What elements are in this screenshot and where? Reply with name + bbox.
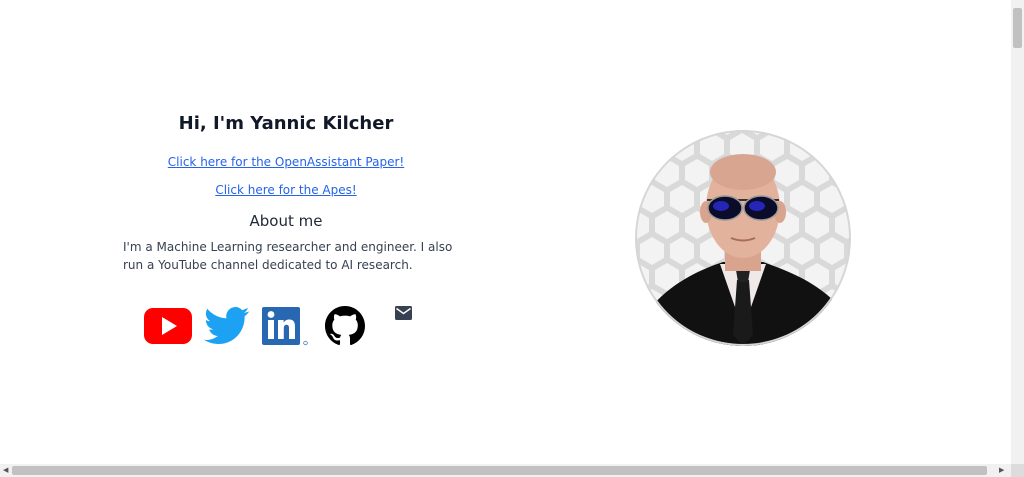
horizontal-scroll-thumb[interactable] [12, 466, 987, 475]
youtube-icon [144, 308, 192, 344]
vertical-scrollbar[interactable] [1011, 0, 1024, 464]
twitter-link[interactable] [204, 306, 250, 346]
vertical-scroll-thumb[interactable] [1013, 8, 1022, 48]
mail-icon [395, 306, 412, 320]
intro-section: Hi, I'm Yannic Kilcher Click here for th… [110, 108, 462, 274]
about-heading: About me [249, 212, 323, 230]
scrollbar-corner [1011, 464, 1024, 477]
email-link[interactable] [395, 306, 412, 320]
about-text: I'm a Machine Learning researcher and en… [123, 240, 453, 272]
horizontal-scrollbar[interactable]: ◀ ▶ [0, 464, 1011, 477]
profile-photo-image [635, 130, 851, 346]
apes-link[interactable]: Click here for the Apes! [110, 182, 462, 198]
scroll-right-arrow-icon[interactable]: ▶ [999, 464, 1004, 477]
social-links [140, 302, 430, 350]
github-link[interactable] [325, 306, 365, 346]
scroll-left-arrow-icon[interactable]: ◀ [3, 464, 8, 477]
linkedin-link[interactable] [262, 305, 310, 347]
openassistant-paper-link[interactable]: Click here for the OpenAssistant Paper! [110, 154, 462, 170]
page-title: Hi, I'm Yannic Kilcher [178, 113, 394, 134]
page-viewport: Hi, I'm Yannic Kilcher Click here for th… [0, 0, 1011, 464]
twitter-icon [204, 307, 250, 345]
linkedin-icon [262, 307, 308, 346]
github-icon [325, 306, 365, 346]
profile-photo [635, 130, 851, 346]
youtube-link[interactable] [143, 306, 193, 346]
